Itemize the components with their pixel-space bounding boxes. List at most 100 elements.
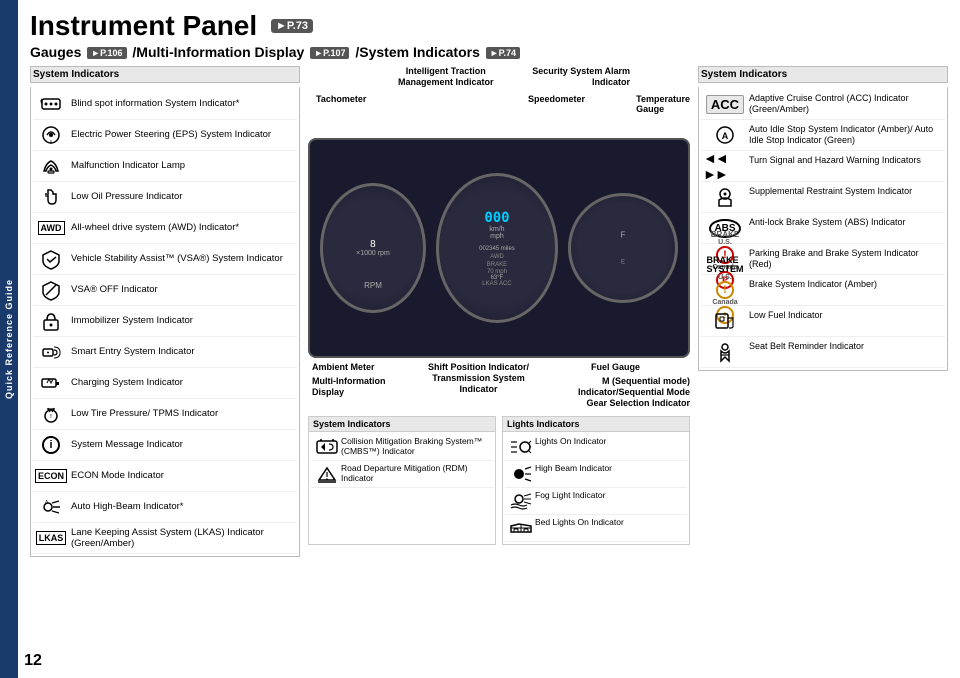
bed-lights-icon [507,517,535,539]
rdm-label: Road Departure Mitigation (RDM) Indicato… [341,463,491,483]
sidebar-label: Quick Reference Guide [4,279,14,399]
vsa-off-icon [35,277,67,303]
lights-on-label: Lights On Indicator [535,436,685,446]
list-item: Vehicle Stability Assist™ (VSA®) System … [33,244,297,275]
fog-light-label: Fog Light Indicator [535,490,685,500]
sys-indicators-subpanel: System Indicators Collision Mitigation B… [308,416,496,545]
label-tachometer: Tachometer [316,94,366,104]
bsi-icon [35,91,67,117]
high-beam-icon [507,463,535,485]
acc-badge-icon: ACC [703,91,747,117]
main-content: Instrument Panel ►P.73 Gauges ►P.106 /Mu… [18,0,960,678]
list-item: A Auto High-Beam Indicator* [33,492,297,523]
immobilizer-icon [35,308,67,334]
list-item: ECON ECON Mode Indicator [33,461,297,492]
left-indicator-list: Blind spot information System Indicator*… [30,87,300,557]
fog-light-item: Fog Light Indicator [505,488,687,515]
auto-idle-label: Auto Idle Stop System Indicator (Amber)/… [747,122,943,146]
left-section-header: System Indicators [30,66,300,83]
awd-icon: AWD [35,215,67,241]
tpms-icon: ! [35,401,67,427]
speedo-display: 000 [479,210,515,226]
bsi-label: Blind spot information System Indicator* [67,98,295,109]
tpms-label: Low Tire Pressure/ TPMS Indicator [67,408,295,419]
brake-system-amber-icon: BRAKESYSTEM U.S. ! Canada ! [703,277,747,303]
panel-bottom-labels: Ambient Meter Multi-InformationDisplay S… [308,362,690,412]
list-item: VSA® OFF Indicator [33,275,297,306]
page-subtitle: Gauges ►P.106 /Multi-Information Display… [30,44,948,60]
acc-label: Adaptive Cruise Control (ACC) Indicator … [747,91,943,115]
system-msg-icon: i [35,432,67,458]
label-ambient: Ambient Meter [312,362,375,372]
cmbs-item: Collision Mitigation Braking System™ (CM… [311,434,493,461]
columns-layout: System Indicators Blind spot information… [30,66,948,656]
brake-system-label: Brake System Indicator (Amber) [747,277,943,290]
system-msg-label: System Message Indicator [67,439,295,450]
awd-badge: AWD [38,221,65,235]
sys-indicators-subpanel-header: System Indicators [309,417,495,432]
parking-brake-label: Parking Brake and Brake System Indicator… [747,246,943,270]
speedo-unit: km/hmph [479,226,515,240]
list-item: LKAS Lane Keeping Assist System (LKAS) I… [33,523,297,554]
acc-item: ACC Adaptive Cruise Control (ACC) Indica… [701,89,945,120]
seatbelt-icon [703,339,747,365]
vsa-icon [35,246,67,272]
list-item: ! Electric Power Steering (EPS) System I… [33,120,297,151]
lights-indicators-subpanel: Lights Indicators Lights On Indicator [502,416,690,545]
label-speedometer: Speedometer [528,94,585,104]
instrument-panel-image: 8 ×1000 rpm 000 km/hmph 002345 miles AWD [308,138,690,358]
auto-idle-icon: A [703,122,747,148]
turn-signal-label: Turn Signal and Hazard Warning Indicator… [747,153,943,166]
econ-badge: ECON [35,469,67,483]
label-temp: TemperatureGauge [636,94,690,114]
vsa-off-label: VSA® OFF Indicator [67,284,295,295]
srs-icon [703,184,747,210]
mil-icon [35,153,67,179]
eps-icon: ! [35,122,67,148]
brake-system-item: BRAKESYSTEM U.S. ! Canada ! Brake System… [701,275,945,306]
list-item: Blind spot information System Indicator* [33,89,297,120]
high-beam-auto-label: Auto High-Beam Indicator* [67,501,295,512]
immobilizer-label: Immobilizer System Indicator [67,315,295,326]
econ-icon: ECON [35,463,67,489]
gauges-container: 8 ×1000 rpm 000 km/hmph 002345 miles AWD [310,140,688,356]
page-title: Instrument Panel ►P.73 [30,10,313,41]
seatbelt-label: Seat Belt Reminder Indicator [747,339,943,352]
label-traction: Intelligent TractionManagement Indicator [398,66,494,88]
srs-label: Supplemental Restraint System Indicator [747,184,943,197]
left-column: System Indicators Blind spot information… [30,66,300,656]
lights-on-icon [507,436,535,458]
econ-label: ECON Mode Indicator [67,470,295,481]
eps-label: Electric Power Steering (EPS) System Ind… [67,129,295,140]
label-security: Security System AlarmIndicator [532,66,630,88]
list-item: Immobilizer System Indicator [33,306,297,337]
lkas-label: Lane Keeping Assist System (LKAS) Indica… [67,527,295,550]
lkas-icon: LKAS [35,525,67,551]
odometer-display: 002345 miles [479,246,515,252]
abs-label: Anti-lock Brake System (ABS) Indicator [747,215,943,228]
sidebar: Quick Reference Guide [0,0,18,678]
list-item: Low Oil Pressure Indicator [33,182,297,213]
svg-text:A: A [722,131,729,141]
lights-indicators-header: Lights Indicators [503,417,689,432]
smart-entry-label: Smart Entry System Indicator [67,346,295,357]
cmbs-label: Collision Mitigation Braking System™ (CM… [341,436,491,456]
list-item: AWD All-wheel drive system (AWD) Indicat… [33,213,297,244]
auto-idle-item: A Auto Idle Stop System Indicator (Amber… [701,120,945,151]
lights-on-item: Lights On Indicator [505,434,687,461]
seatbelt-item: Seat Belt Reminder Indicator [701,337,945,368]
awd-label: All-wheel drive system (AWD) Indicator* [67,222,295,233]
list-item: i System Message Indicator [33,430,297,461]
rdm-icon [313,463,341,485]
bed-lights-item: Bed Lights On Indicator [505,515,687,542]
mil-label: Malfunction Indicator Lamp [67,160,295,171]
tachometer-gauge: 8 ×1000 rpm [320,183,426,313]
high-beam-label: High Beam Indicator [535,463,685,473]
bottom-mid-panels: System Indicators Collision Mitigation B… [308,416,690,545]
svg-text:!: ! [50,414,52,420]
subtitle-ref2: ►P.107 [310,47,349,59]
label-minfo: Multi-InformationDisplay [312,376,386,398]
cmbs-icon [313,436,341,458]
charging-icon [35,370,67,396]
low-fuel-label: Low Fuel Indicator [747,308,943,321]
